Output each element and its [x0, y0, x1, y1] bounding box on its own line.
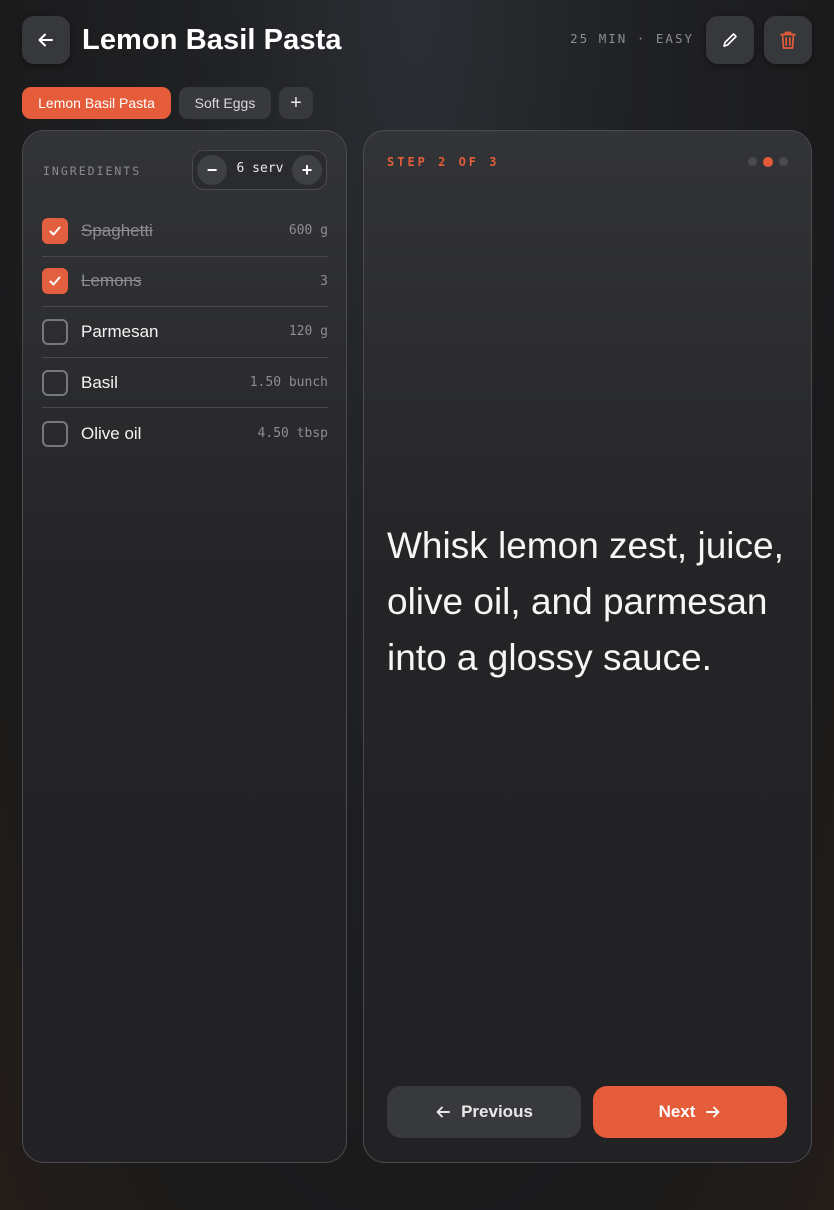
ingredient-row[interactable]: Spaghetti 600 g: [42, 206, 328, 257]
trash-icon: [780, 31, 796, 49]
page-title: Lemon Basil Pasta: [82, 24, 342, 56]
increase-servings-button[interactable]: +: [292, 155, 322, 185]
step-dot[interactable]: [779, 157, 788, 166]
minus-icon: −: [206, 159, 218, 180]
decrease-servings-button[interactable]: −: [197, 155, 227, 185]
add-recipe-tab-button[interactable]: +: [279, 87, 313, 119]
ingredient-qty: 4.50 tbsp: [257, 426, 328, 442]
ingredient-checkbox[interactable]: [42, 268, 68, 295]
previous-label: Previous: [461, 1102, 533, 1121]
plus-icon: +: [290, 91, 302, 114]
step-dot[interactable]: [748, 157, 757, 166]
arrow-right-icon: [706, 1106, 720, 1118]
step-counter: STEP 2 OF 3: [387, 155, 500, 169]
step-progress-dots: [748, 156, 788, 167]
previous-button[interactable]: Previous: [387, 1086, 581, 1138]
servings-stepper: − 6 serv +: [192, 150, 327, 190]
ingredient-name: Parmesan: [81, 321, 159, 341]
ingredient-qty: 1.50 bunch: [249, 375, 328, 391]
pencil-icon: [723, 33, 737, 47]
tab-lemon-basil-pasta[interactable]: Lemon Basil Pasta: [22, 87, 171, 119]
ingredient-row[interactable]: Lemons 3: [42, 257, 328, 308]
ingredients-panel: INGREDIENTS − 6 serv + Spaghetti 600 g L…: [22, 130, 347, 1163]
edit-button[interactable]: [706, 16, 754, 64]
step-instruction: Whisk lemon zest, juice, olive oil, and …: [387, 525, 784, 678]
recipe-meta: 25 MIN · EASY: [570, 31, 694, 46]
ingredient-name: Basil: [81, 372, 118, 392]
ingredients-heading: INGREDIENTS: [43, 164, 142, 178]
ingredient-list: Spaghetti 600 g Lemons 3 Parmesan 120 g …: [42, 206, 328, 459]
tab-soft-eggs[interactable]: Soft Eggs: [179, 87, 271, 119]
back-button[interactable]: [22, 16, 70, 64]
plus-icon: +: [301, 159, 313, 180]
ingredient-qty: 600 g: [288, 223, 328, 239]
ingredient-qty: 3: [320, 273, 328, 289]
step-panel: STEP 2 OF 3 Whisk lemon zest, juice, oli…: [363, 130, 812, 1163]
ingredient-name: Lemons: [81, 271, 142, 291]
arrow-left-icon: [38, 33, 53, 47]
ingredient-name: Olive oil: [81, 423, 142, 443]
ingredient-checkbox[interactable]: [42, 217, 68, 244]
ingredient-checkbox[interactable]: [42, 369, 68, 396]
next-button[interactable]: Next: [593, 1086, 787, 1138]
servings-value: 6 serv: [236, 161, 284, 176]
next-label: Next: [658, 1102, 696, 1121]
arrow-left-icon: [436, 1106, 451, 1118]
ingredient-checkbox[interactable]: [42, 420, 68, 447]
ingredient-checkbox[interactable]: [42, 318, 68, 345]
ingredient-qty: 120 g: [288, 324, 328, 340]
ingredient-name: Spaghetti: [81, 220, 153, 240]
check-icon: [49, 226, 61, 236]
ingredient-row[interactable]: Parmesan 120 g: [42, 307, 328, 358]
ingredient-row[interactable]: Olive oil 4.50 tbsp: [42, 408, 328, 459]
ingredient-row[interactable]: Basil 1.50 bunch: [42, 358, 328, 409]
delete-button[interactable]: [764, 16, 812, 64]
check-icon: [49, 276, 61, 286]
step-dot-active[interactable]: [763, 156, 773, 167]
